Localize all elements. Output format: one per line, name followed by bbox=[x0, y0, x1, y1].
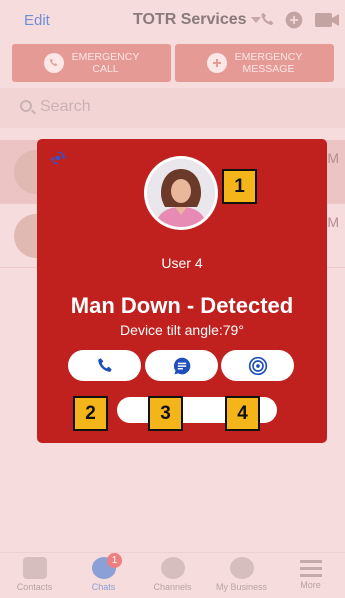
user-avatar bbox=[144, 156, 218, 230]
channels-icon bbox=[160, 557, 185, 579]
call-user-button[interactable] bbox=[68, 350, 141, 381]
locate-icon bbox=[248, 356, 267, 375]
callout-2: 2 bbox=[73, 396, 108, 431]
call-icon bbox=[97, 357, 112, 372]
tab-more[interactable]: More bbox=[276, 553, 345, 598]
search-input[interactable]: Search bbox=[40, 98, 91, 116]
emergency-message-button[interactable]: EMERGENCY MESSAGE bbox=[175, 44, 334, 82]
sync-icon[interactable] bbox=[51, 151, 65, 165]
search-icon bbox=[20, 100, 32, 112]
menu-icon bbox=[299, 557, 322, 577]
emergency-message-label: EMERGENCY MESSAGE bbox=[234, 51, 303, 75]
tab-channels[interactable]: Channels bbox=[138, 553, 207, 598]
callout-3: 3 bbox=[148, 396, 183, 431]
search-bar[interactable]: Search bbox=[0, 88, 345, 128]
unread-badge: 1 bbox=[107, 553, 122, 568]
chat-time: M bbox=[327, 214, 339, 230]
edit-button[interactable]: Edit bbox=[24, 12, 50, 29]
top-bar: Edit TOTR Services bbox=[0, 0, 345, 40]
tab-label: Chats bbox=[91, 582, 116, 592]
chat-icon bbox=[173, 357, 190, 374]
add-message-icon bbox=[206, 53, 227, 73]
user-name: User 4 bbox=[161, 255, 203, 271]
tab-chats[interactable]: 1 Chats bbox=[69, 553, 138, 598]
callout-1: 1 bbox=[222, 169, 257, 204]
locate-user-button[interactable] bbox=[221, 350, 294, 381]
tilt-angle-text: Device tilt angle:79° bbox=[120, 322, 244, 338]
alert-status: Man Down - Detected bbox=[70, 293, 294, 318]
service-name: TOTR Services bbox=[133, 11, 247, 28]
tab-label: Contacts bbox=[16, 582, 53, 592]
tab-my-business[interactable]: My Business bbox=[207, 553, 276, 598]
emergency-call-label: EMERGENCY CALL bbox=[71, 51, 140, 75]
contacts-icon bbox=[22, 557, 47, 579]
tab-label: Channels bbox=[153, 582, 192, 592]
video-icon[interactable] bbox=[314, 10, 340, 30]
business-icon bbox=[229, 557, 254, 579]
tab-label: My Business bbox=[215, 582, 268, 592]
emergency-call-button[interactable]: EMERGENCY CALL bbox=[12, 44, 171, 82]
message-user-button[interactable] bbox=[145, 350, 218, 381]
new-message-icon[interactable] bbox=[283, 10, 305, 30]
phone-icon[interactable] bbox=[257, 10, 279, 30]
tab-contacts[interactable]: Contacts bbox=[0, 553, 69, 598]
tab-bar: Contacts 1 Chats Channels My Business Mo… bbox=[0, 552, 345, 598]
user-photo bbox=[147, 159, 215, 227]
phone-icon bbox=[43, 53, 64, 73]
emergency-bar: EMERGENCY CALL EMERGENCY MESSAGE bbox=[12, 44, 334, 82]
service-selector[interactable]: TOTR Services bbox=[133, 11, 261, 29]
tab-label: More bbox=[300, 580, 321, 590]
callout-4: 4 bbox=[225, 396, 260, 431]
chat-time: M bbox=[327, 150, 339, 166]
